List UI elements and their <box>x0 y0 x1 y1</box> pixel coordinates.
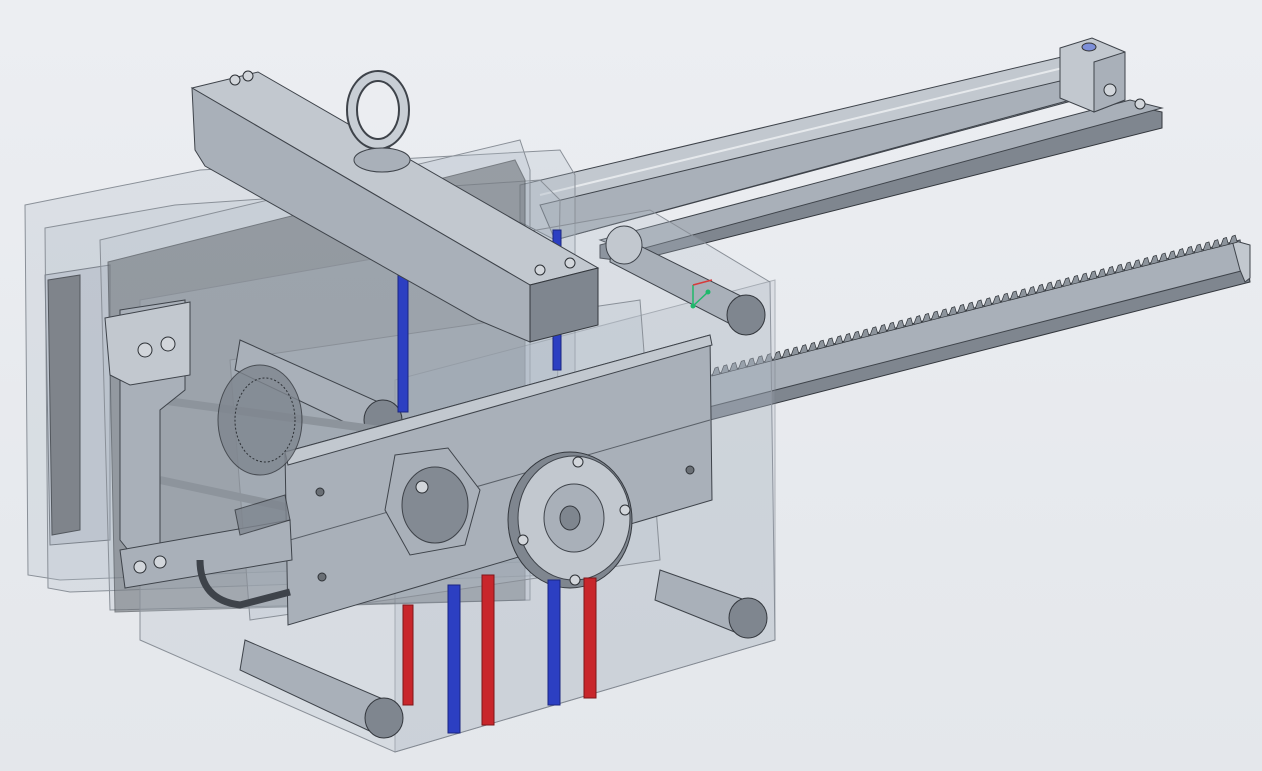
rack-tooth <box>913 315 923 326</box>
rack-tooth <box>816 339 826 350</box>
rack-tooth <box>1035 283 1045 294</box>
rack-tooth <box>921 312 931 323</box>
cooling-outlet-3 <box>402 604 414 706</box>
rack-tooth <box>834 335 844 346</box>
rack-tooth <box>790 346 800 357</box>
rack-tooth <box>1044 281 1054 292</box>
rack-tooth <box>1027 286 1037 297</box>
bolt-icon <box>564 257 576 269</box>
cad-viewport[interactable] <box>0 0 1262 771</box>
gear-rack[interactable] <box>699 234 1251 421</box>
rack-tooth <box>974 299 984 310</box>
rack-tooth <box>1000 292 1010 303</box>
rack-tooth <box>1088 270 1098 281</box>
bolt-icon <box>534 264 546 276</box>
rack-tooth <box>1211 239 1221 250</box>
bolt-icon <box>619 504 631 516</box>
rack-tooth <box>930 310 940 321</box>
rack-tooth <box>1149 254 1159 265</box>
rack-tooth <box>878 324 888 335</box>
rack-tooth <box>869 326 879 337</box>
rack-tooth <box>939 308 949 319</box>
cooling-outlet-2 <box>583 577 597 699</box>
rack-tooth <box>1202 241 1212 252</box>
rack-tooth <box>1167 250 1177 261</box>
rack-tooth <box>983 297 993 308</box>
rack-tooth <box>1105 266 1115 277</box>
rack-tooth <box>1219 237 1229 247</box>
rack-tooth <box>1079 272 1089 283</box>
bolt-icon <box>133 560 147 574</box>
rack-tooth <box>1114 263 1124 274</box>
mold-assembly-3d-view[interactable] <box>0 0 1262 771</box>
bolt-icon <box>160 336 176 352</box>
rack-tooth <box>842 333 852 344</box>
rack-tooth <box>860 328 870 339</box>
rack-tooth <box>1070 274 1080 285</box>
cooling-inlet-4 <box>547 579 561 706</box>
rack-tooth <box>948 306 958 317</box>
rack-tooth <box>1132 259 1142 270</box>
rack-tooth <box>991 295 1001 306</box>
rack-tooth <box>799 344 809 355</box>
rack-tooth <box>1018 288 1028 299</box>
rack-tooth <box>825 337 835 348</box>
cooling-inlet-1 <box>397 271 409 413</box>
rack-tooth <box>956 304 966 314</box>
rack-tooth <box>1123 261 1133 272</box>
rack-tooth <box>965 301 975 312</box>
rack-tooth <box>904 317 914 328</box>
rack-tooth <box>781 348 791 359</box>
rack-tooth <box>1062 277 1072 288</box>
bolt-icon <box>1134 98 1146 110</box>
rack-tooth <box>851 330 861 341</box>
rack-tooth <box>1176 248 1186 259</box>
rotary-core[interactable] <box>507 451 633 589</box>
bolt-icon <box>569 574 581 586</box>
rack-tooth <box>1097 268 1107 279</box>
bolt-icon <box>153 555 167 569</box>
bolt-icon <box>517 534 529 546</box>
rack-tooth <box>1193 243 1203 254</box>
bolt-icon <box>242 70 254 82</box>
bolt-icon <box>1103 83 1117 97</box>
rack-tooth <box>886 321 896 332</box>
rack-tooth <box>1228 234 1238 245</box>
rack-tooth <box>807 341 817 352</box>
rack-tooth <box>1158 252 1168 263</box>
rack-tooth <box>895 319 905 330</box>
bolt-icon <box>229 74 241 86</box>
bolt-icon <box>137 342 153 358</box>
cooling-outlet-1 <box>481 574 495 726</box>
rack-tooth <box>1141 257 1151 268</box>
cooling-inlet-3 <box>447 584 461 734</box>
eye-bolt[interactable] <box>346 70 411 173</box>
bolt-icon <box>572 456 584 468</box>
rack-tooth <box>1184 245 1194 256</box>
rack-tooth <box>1009 290 1019 301</box>
bolt-icon <box>415 480 429 494</box>
rack-tooth <box>1053 279 1063 290</box>
